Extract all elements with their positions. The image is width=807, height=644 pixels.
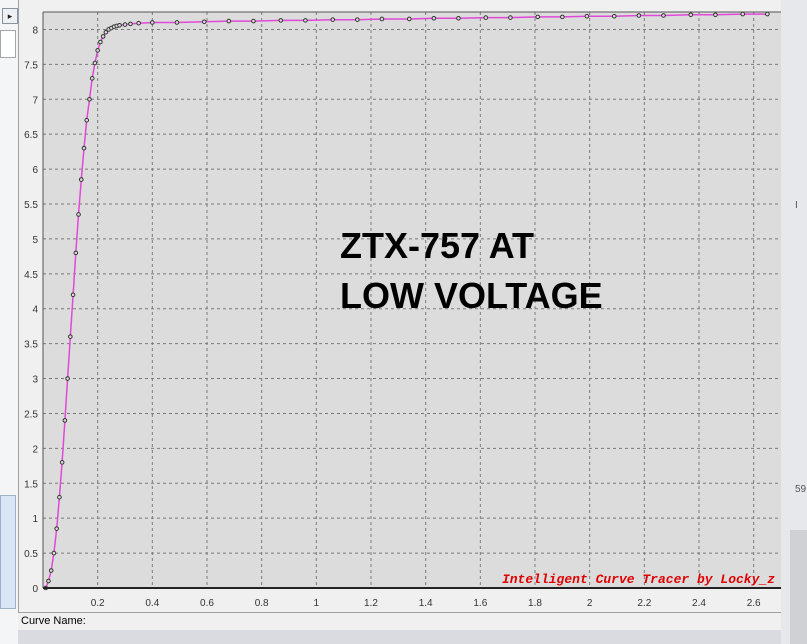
right-side-mark: I — [795, 200, 798, 211]
y-tick-label: 4.5 — [24, 270, 38, 281]
curve-point — [431, 15, 437, 21]
curve-point — [611, 13, 617, 19]
curve-point — [87, 96, 92, 102]
y-tick-label: 3 — [32, 375, 38, 386]
y-tick-label: 2.5 — [24, 409, 38, 420]
y-tick-label: 3.5 — [24, 340, 38, 351]
status-bar: Curve Name: — [18, 612, 781, 632]
curve-point — [128, 21, 133, 27]
curve-point — [81, 145, 87, 151]
curve-point — [535, 14, 541, 20]
y-tick-label: 7 — [32, 95, 38, 106]
curve-point — [456, 15, 461, 21]
x-tick-label: 0.2 — [91, 598, 105, 609]
curve-point — [713, 12, 718, 18]
right-side-number: 59 — [795, 484, 807, 495]
curve-point — [765, 11, 770, 17]
y-tick-label: 7.5 — [24, 60, 38, 71]
y-tick-label: 1 — [32, 514, 38, 525]
curve-point — [174, 20, 180, 25]
curve-point — [73, 250, 79, 256]
curve-point — [48, 568, 54, 573]
curve-point — [57, 494, 62, 500]
curve-point — [59, 460, 65, 465]
y-axis-ticks: 0 0.5 1 1.5 2 2.5 3 3.5 4 4.5 5 5.5 6 6.5 7 7.5 8 — [24, 25, 38, 595]
curve-point — [303, 18, 308, 23]
y-tick-label: 0.5 — [24, 549, 38, 560]
curve-point — [70, 292, 76, 298]
curve-plot: 0 0.5 1 1.5 2 2.5 3 3.5 4 4.5 5 5.5 6 6.5 7 7.5 8 0.2 0.4… — [24, 11, 781, 609]
x-tick-label: 1.4 — [419, 598, 433, 609]
x-tick-label: 1.2 — [364, 598, 378, 609]
x-tick-label: 2 — [587, 598, 593, 609]
annotation-line-2: LOW VOLTAGE — [340, 275, 603, 316]
right-background-window — [790, 530, 807, 644]
curve-point — [740, 11, 746, 17]
watermark-credit: Intelligent Curve Tracer by Locky_z — [502, 572, 775, 587]
curve-point — [661, 13, 666, 18]
curve-point — [92, 60, 98, 66]
curve-point — [76, 212, 81, 217]
curve-point — [251, 18, 256, 24]
curve-point — [150, 20, 155, 25]
curve-point — [355, 17, 360, 22]
left-blue-panel — [0, 495, 16, 609]
curve-point — [406, 16, 412, 22]
curve-point — [330, 17, 336, 22]
x-tick-label: 2.4 — [692, 598, 706, 609]
y-tick-label: 5 — [32, 235, 38, 246]
curve-point — [46, 578, 51, 584]
x-tick-label: 1 — [314, 598, 320, 609]
curve-point — [78, 177, 84, 182]
curve-point — [65, 376, 70, 381]
x-tick-label: 0.4 — [145, 598, 159, 609]
curve-point — [89, 76, 95, 81]
expand-arrow-button[interactable]: ▸ — [2, 8, 18, 24]
left-panel-box — [0, 30, 16, 58]
curve-point — [201, 19, 207, 25]
y-tick-label: 0 — [32, 584, 38, 595]
left-sidebar-strip: ▸ — [0, 0, 19, 644]
curve-point — [584, 13, 590, 19]
annotation-line-1: ZTX-757 AT — [340, 225, 534, 266]
curve-point — [62, 418, 68, 423]
curve-point — [636, 13, 642, 18]
x-tick-label: 1.6 — [473, 598, 487, 609]
curve-point — [688, 12, 694, 18]
x-tick-label: 1.8 — [528, 598, 542, 609]
curve-point — [278, 18, 284, 23]
curve-point — [379, 16, 385, 22]
curve-point — [560, 14, 565, 20]
x-tick-label: 0.8 — [255, 598, 269, 609]
x-tick-label: 2.6 — [747, 598, 761, 609]
x-tick-label: 0.6 — [200, 598, 214, 609]
bottom-strip — [18, 630, 781, 644]
x-tick-label: 2.2 — [637, 598, 651, 609]
curve-point — [54, 526, 59, 531]
curve-point — [84, 117, 90, 123]
curve-point — [68, 334, 73, 339]
y-tick-label: 6 — [32, 165, 38, 176]
y-tick-label: 6.5 — [24, 130, 38, 141]
y-tick-label: 2 — [32, 444, 38, 455]
y-tick-label: 4 — [32, 305, 38, 316]
curve-point — [122, 22, 128, 27]
curve-name-label: Curve Name: — [21, 615, 86, 627]
curve-point — [508, 15, 513, 20]
curve-point — [51, 550, 57, 556]
curve-point — [98, 39, 103, 45]
y-tick-label: 8 — [32, 25, 38, 36]
curve-point — [117, 22, 122, 28]
y-tick-label: 1.5 — [24, 479, 38, 490]
curve-point — [95, 48, 100, 53]
play-arrow-icon: ▸ — [7, 11, 13, 21]
curve-point — [136, 20, 141, 26]
curve-point — [483, 15, 489, 20]
curve-point — [226, 18, 232, 24]
curve-point — [100, 34, 106, 39]
x-axis-ticks: 0.2 0.4 0.6 0.8 1 1.2 1.4 1.6 1.8 2 2.2 2.4 2.6 — [91, 598, 761, 609]
y-tick-label: 5.5 — [24, 200, 38, 211]
